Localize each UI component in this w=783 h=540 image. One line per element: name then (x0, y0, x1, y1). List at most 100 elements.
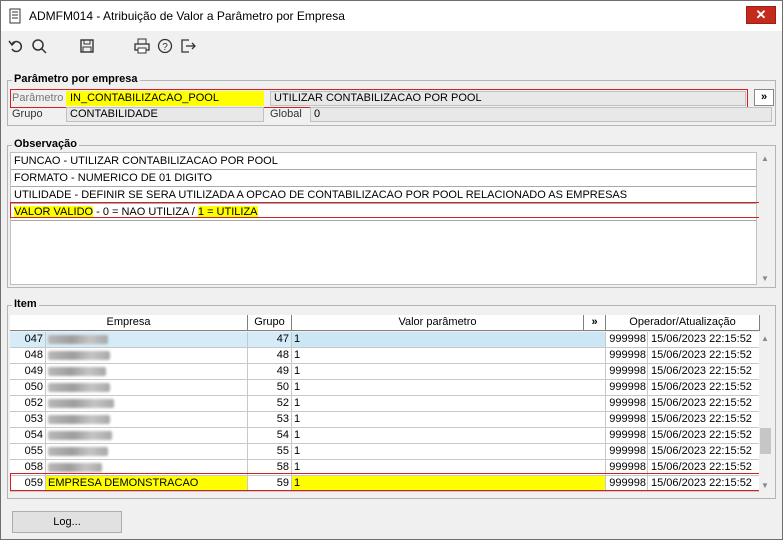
empresa-name-cell (46, 428, 248, 444)
scroll-down-icon[interactable]: ▼ (761, 481, 769, 490)
empresa-code-cell: 055 (10, 444, 46, 460)
empresa-code-cell: 059 (10, 476, 46, 492)
valor-cell[interactable]: 1 (292, 412, 606, 428)
toolbar: ? (1, 31, 782, 61)
item-section: Item Empresa Grupo Valor parâmetro » Ope… (7, 298, 776, 499)
operador-cell: 999998 (606, 428, 648, 444)
redacted-empresa-name (48, 398, 114, 408)
header-operador[interactable]: Operador/Atualização (606, 315, 760, 330)
grupo-cell: 50 (248, 380, 292, 396)
header-more-button[interactable]: » (584, 315, 606, 330)
empresa-code-cell: 047 (10, 332, 46, 348)
obs-line-valor-valido: VALOR VALIDO - 0 = NAO UTILIZA / 1 = UTI… (11, 204, 756, 221)
save-icon[interactable] (78, 37, 96, 55)
valor-valido-highlight: VALOR VALIDO (14, 206, 94, 218)
table-row[interactable]: 048 48 1 999998 15/06/2023 22:15:52 (10, 348, 760, 364)
app-window: ADMFM014 - Atribuição de Valor a Parâmet… (0, 0, 783, 540)
empresa-name-cell (46, 444, 248, 460)
empresa-code-cell: 050 (10, 380, 46, 396)
redacted-empresa-name (48, 382, 110, 392)
grupo-cell: 52 (248, 396, 292, 412)
window-title: ADMFM014 - Atribuição de Valor a Parâmet… (29, 9, 345, 23)
valor-cell[interactable]: 1 (292, 364, 606, 380)
valor-cell[interactable]: 1 (292, 380, 606, 396)
table-row[interactable]: 058 58 1 999998 15/06/2023 22:15:52 (10, 460, 760, 476)
valor-cell[interactable]: 1 (292, 428, 606, 444)
data-cell: 15/06/2023 22:15:52 (648, 332, 760, 348)
observacao-scrollbar[interactable]: ▲ ▼ (759, 152, 773, 285)
grupo-cell: 58 (248, 460, 292, 476)
operador-cell: 999998 (606, 444, 648, 460)
grid-header: Empresa Grupo Valor parâmetro » Operador… (10, 315, 760, 331)
close-button[interactable]: ✕ (746, 6, 776, 24)
redacted-empresa-name (48, 334, 108, 344)
empresa-code-cell: 058 (10, 460, 46, 476)
search-icon[interactable] (30, 37, 48, 55)
parametro-desc-field: UTILIZAR CONTABILIZACAO POR POOL (270, 91, 746, 106)
obs-line-formato: FORMATO - NUMERICO DE 01 DIGITO (11, 170, 756, 187)
table-row[interactable]: 049 49 1 999998 15/06/2023 22:15:52 (10, 364, 760, 380)
empresa-code-cell: 049 (10, 364, 46, 380)
empresa-name-cell (46, 332, 248, 348)
global-label: Global (270, 108, 302, 120)
log-button[interactable]: Log... (12, 511, 122, 533)
redacted-empresa-name (48, 414, 110, 424)
exit-icon[interactable] (179, 37, 197, 55)
obs-line-utilidade: UTILIDADE - DEFINIR SE SERA UTILIZADA A … (11, 187, 756, 204)
operador-cell: 999998 (606, 364, 648, 380)
grupo-cell: 48 (248, 348, 292, 364)
data-cell: 15/06/2023 22:15:52 (648, 460, 760, 476)
document-app-icon (7, 8, 23, 24)
table-row[interactable]: 050 50 1 999998 15/06/2023 22:15:52 (10, 380, 760, 396)
undo-icon[interactable] (7, 37, 25, 55)
table-row[interactable]: 047 47 1 999998 15/06/2023 22:15:52 (10, 332, 760, 348)
header-empresa[interactable]: Empresa (10, 315, 248, 330)
param-section-legend: Parâmetro por empresa (12, 73, 140, 85)
valor-valido-text: - 0 = NAO UTILIZA / (93, 206, 198, 218)
data-cell: 15/06/2023 22:15:52 (648, 396, 760, 412)
title-bar: ADMFM014 - Atribuição de Valor a Parâmet… (1, 1, 782, 31)
print-icon[interactable] (133, 37, 151, 55)
header-valor[interactable]: Valor parâmetro (292, 315, 584, 330)
valor-cell[interactable]: 1 (292, 332, 606, 348)
valor-cell[interactable]: 1 (292, 460, 606, 476)
utiliza-highlight: 1 = UTILIZA (197, 206, 258, 218)
obs-line-empty (11, 221, 756, 238)
empresa-code-cell: 048 (10, 348, 46, 364)
empresa-name-cell (46, 412, 248, 428)
table-row[interactable]: 055 55 1 999998 15/06/2023 22:15:52 (10, 444, 760, 460)
observacao-section-legend: Observação (12, 138, 79, 150)
item-scrollbar[interactable]: ▲ ▼ (759, 332, 773, 492)
operador-cell: 999998 (606, 460, 648, 476)
empresa-name-cell: EMPRESA DEMONSTRACAO (46, 476, 248, 492)
header-grupo[interactable]: Grupo (248, 315, 292, 330)
empresa-code-cell: 054 (10, 428, 46, 444)
table-row[interactable]: 053 53 1 999998 15/06/2023 22:15:52 (10, 412, 760, 428)
valor-cell[interactable]: 1 (292, 444, 606, 460)
param-section: Parâmetro por empresa Parâmetro IN_CONTA… (7, 73, 776, 126)
empresa-name-cell (46, 348, 248, 364)
table-row[interactable]: 052 52 1 999998 15/06/2023 22:15:52 (10, 396, 760, 412)
empresa-name-cell (46, 364, 248, 380)
redacted-empresa-name (48, 366, 106, 376)
data-cell: 15/06/2023 22:15:52 (648, 380, 760, 396)
parametro-code-input[interactable]: IN_CONTABILIZACAO_POOL (66, 91, 264, 106)
scroll-thumb[interactable] (760, 428, 771, 454)
scroll-up-icon[interactable]: ▲ (761, 154, 769, 163)
more-parametro-button[interactable]: » (754, 89, 774, 106)
valor-cell[interactable]: 1 (292, 396, 606, 412)
scroll-down-icon[interactable]: ▼ (761, 274, 769, 283)
scroll-up-icon[interactable]: ▲ (761, 334, 769, 343)
operador-cell: 999998 (606, 380, 648, 396)
operador-cell: 999998 (606, 396, 648, 412)
grupo-cell: 47 (248, 332, 292, 348)
help-icon[interactable]: ? (156, 37, 174, 55)
observacao-textarea[interactable]: FUNCAO - UTILIZAR CONTABILIZACAO POR POO… (10, 152, 757, 285)
empresa-code-cell: 052 (10, 396, 46, 412)
valor-cell[interactable]: 1 (292, 476, 606, 492)
table-row[interactable]: 059 EMPRESA DEMONSTRACAO 59 1 999998 15/06/20… (10, 476, 760, 492)
table-row[interactable]: 054 54 1 999998 15/06/2023 22:15:52 (10, 428, 760, 444)
valor-cell[interactable]: 1 (292, 348, 606, 364)
operador-cell: 999998 (606, 348, 648, 364)
close-icon: ✕ (755, 7, 767, 22)
